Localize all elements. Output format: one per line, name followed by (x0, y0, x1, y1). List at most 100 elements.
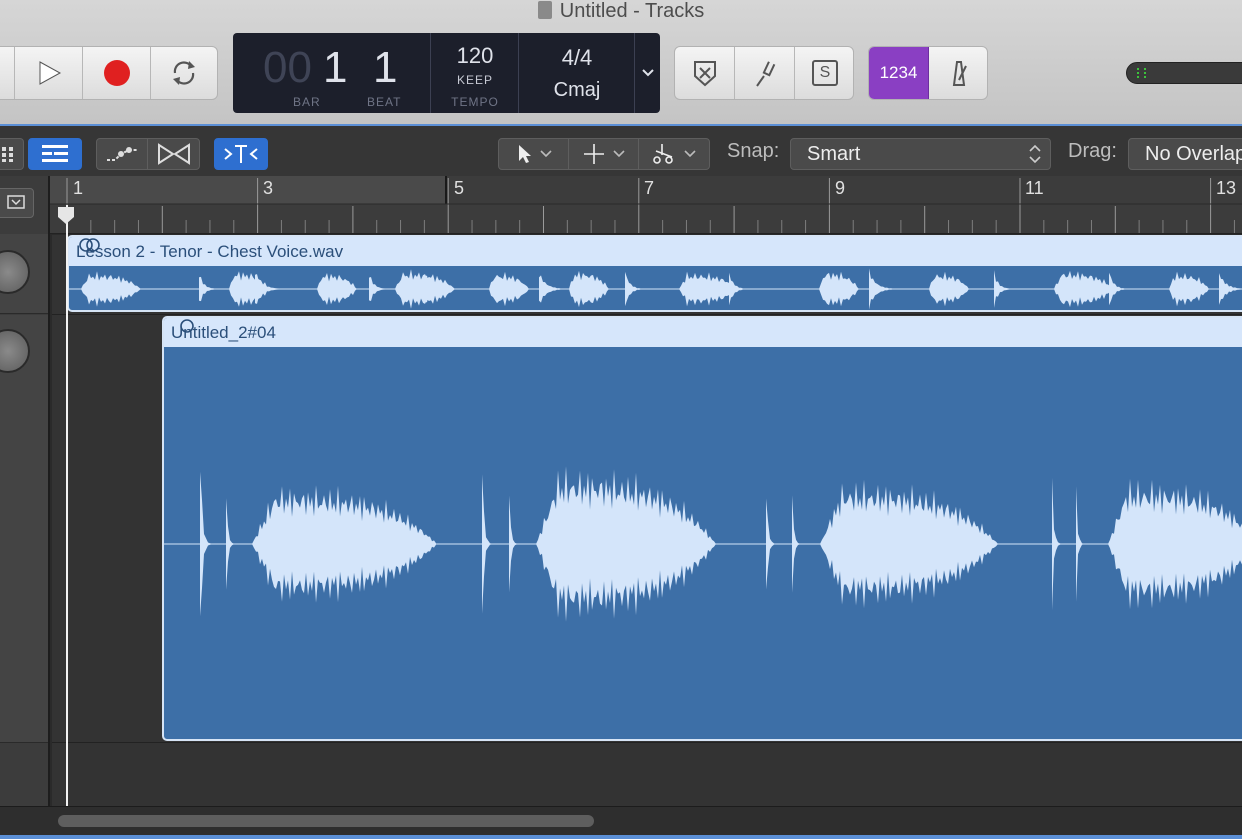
scroll-thumb[interactable] (58, 815, 594, 827)
automation-button[interactable] (97, 139, 149, 169)
drag-label: Drag: (1068, 140, 1117, 162)
left-click-tool-menu[interactable] (499, 139, 569, 169)
track-headers (0, 176, 50, 806)
chevron-down-icon (641, 69, 654, 77)
linked-icon (79, 238, 100, 252)
automation-icon (107, 147, 137, 161)
chevron-down-icon (684, 150, 696, 158)
lcd-display[interactable]: 00 1 1 BAR BEAT 120 KEEP TEMPO 4/4 Cmaj (233, 33, 660, 113)
drag-value: No Overlap (1145, 143, 1242, 165)
crosshair-icon (583, 144, 604, 164)
signature-key-display[interactable]: 4/4 Cmaj (519, 33, 635, 113)
cycle-button[interactable] (151, 47, 217, 99)
updown-arrows-icon (1029, 144, 1041, 164)
horizontal-scrollbar[interactable] (0, 806, 1242, 839)
logic-pro-window: Untitled - Tracks 00 1 1 BAR BEAT 120 KE… (0, 0, 1242, 839)
metronome-button[interactable] (929, 47, 987, 99)
bar-label: BAR (293, 95, 321, 109)
document-icon (537, 1, 552, 19)
loop-circle-icon (180, 319, 194, 333)
beat-value: 1 (373, 43, 398, 92)
tempo-label: TEMPO (451, 95, 499, 109)
waveform-1 (69, 268, 1242, 310)
audio-region-1[interactable]: Lesson 2 - Tenor - Chest Voice.wav (67, 235, 1242, 312)
bar-value: 1 (323, 43, 348, 92)
bar-number-13: 13 (1216, 178, 1237, 198)
timeline-ruler[interactable]: 1 3 5 7 9 11 13 (50, 176, 1242, 234)
pointer-icon (518, 145, 531, 163)
key-signature: Cmaj (553, 79, 601, 101)
flex-icon (157, 143, 190, 165)
count-in-button[interactable]: 1234 (869, 47, 929, 99)
mode-buttons: S (674, 46, 854, 100)
tuning-fork-icon (755, 61, 775, 87)
count-metronome-buttons: 1234 (868, 46, 988, 100)
bar-number-11: 11 (1025, 178, 1044, 198)
replace-icon (693, 61, 716, 87)
list-icon (42, 145, 68, 162)
region-name-1: Lesson 2 - Tenor - Chest Voice.wav (76, 242, 344, 261)
replace-button[interactable] (675, 47, 735, 99)
lcd-mode-dropdown[interactable] (635, 33, 660, 113)
play-icon (39, 61, 61, 85)
track-options-button[interactable] (0, 188, 34, 218)
solo-button[interactable]: S (795, 47, 855, 99)
playhead[interactable] (66, 205, 68, 806)
snap-value: Smart (807, 143, 861, 165)
grid-icon (2, 147, 13, 162)
grid-view-button[interactable] (0, 138, 24, 170)
tracks-toolbar: Snap: Smart Drag: No Overlap (0, 124, 1242, 176)
window-title: Untitled - Tracks (0, 0, 1242, 24)
pan-knob-1[interactable] (0, 250, 30, 294)
play-button[interactable] (15, 47, 83, 99)
tempo-mode: KEEP (456, 73, 493, 87)
automation-flex-buttons (96, 138, 200, 170)
bar-leading-digits: 00 (263, 43, 312, 92)
beat-label: BEAT (367, 95, 402, 109)
drag-popup[interactable]: No Overlap (1128, 138, 1242, 170)
transport-controls (0, 46, 218, 100)
rewind-button[interactable] (0, 47, 15, 99)
snap-label: Snap: (727, 140, 780, 162)
count-in-label: 1234 (879, 63, 918, 82)
snap-popup[interactable]: Smart (790, 138, 1051, 170)
track-header-1[interactable] (0, 234, 48, 314)
time-signature: 4/4 (561, 45, 593, 70)
waveform-2 (164, 466, 1242, 622)
chevron-down-icon (539, 150, 552, 158)
bar-number-9: 9 (835, 178, 846, 198)
pan-knob-2[interactable] (0, 329, 30, 373)
track-menu-icon (7, 195, 25, 209)
flex-button[interactable] (148, 139, 199, 169)
bar-number-7: 7 (644, 178, 655, 198)
record-icon (103, 60, 130, 86)
solo-label: S (812, 60, 838, 86)
tracks-area[interactable]: Lesson 2 - Tenor - Chest Voice.wav Untit… (52, 235, 1242, 806)
command-tool-menu[interactable] (639, 139, 709, 169)
catch-icon (224, 145, 258, 163)
region-header-1: Lesson 2 - Tenor - Chest Voice.wav (69, 237, 1242, 266)
level-meter (1126, 62, 1242, 84)
cycle-icon (173, 61, 195, 85)
position-display[interactable]: 00 1 1 BAR BEAT (233, 33, 431, 113)
bar-number-1: 1 (73, 178, 84, 198)
playhead-handle[interactable] (56, 205, 76, 225)
tuner-button[interactable] (735, 47, 795, 99)
control-bar: Untitled - Tracks 00 1 1 BAR BEAT 120 KE… (0, 0, 1242, 124)
catch-playhead-button[interactable] (214, 138, 268, 170)
secondary-tool-menu[interactable] (569, 139, 639, 169)
chevron-down-icon (612, 150, 625, 158)
metronome-icon (952, 61, 967, 86)
bar-number-5: 5 (454, 178, 465, 198)
tool-menus (498, 138, 710, 170)
tempo-display[interactable]: 120 KEEP TEMPO (431, 33, 519, 113)
audio-region-2[interactable]: Untitled_2#04 (162, 316, 1242, 741)
region-header-2: Untitled_2#04 (164, 318, 1242, 347)
focus-indicator (0, 835, 1242, 839)
record-button[interactable] (83, 47, 151, 99)
tempo-value: 120 (456, 43, 494, 68)
bar-number-3: 3 (263, 178, 274, 198)
track-header-2[interactable] (0, 315, 48, 743)
scissors-icon (653, 144, 673, 164)
list-view-button[interactable] (28, 138, 82, 170)
